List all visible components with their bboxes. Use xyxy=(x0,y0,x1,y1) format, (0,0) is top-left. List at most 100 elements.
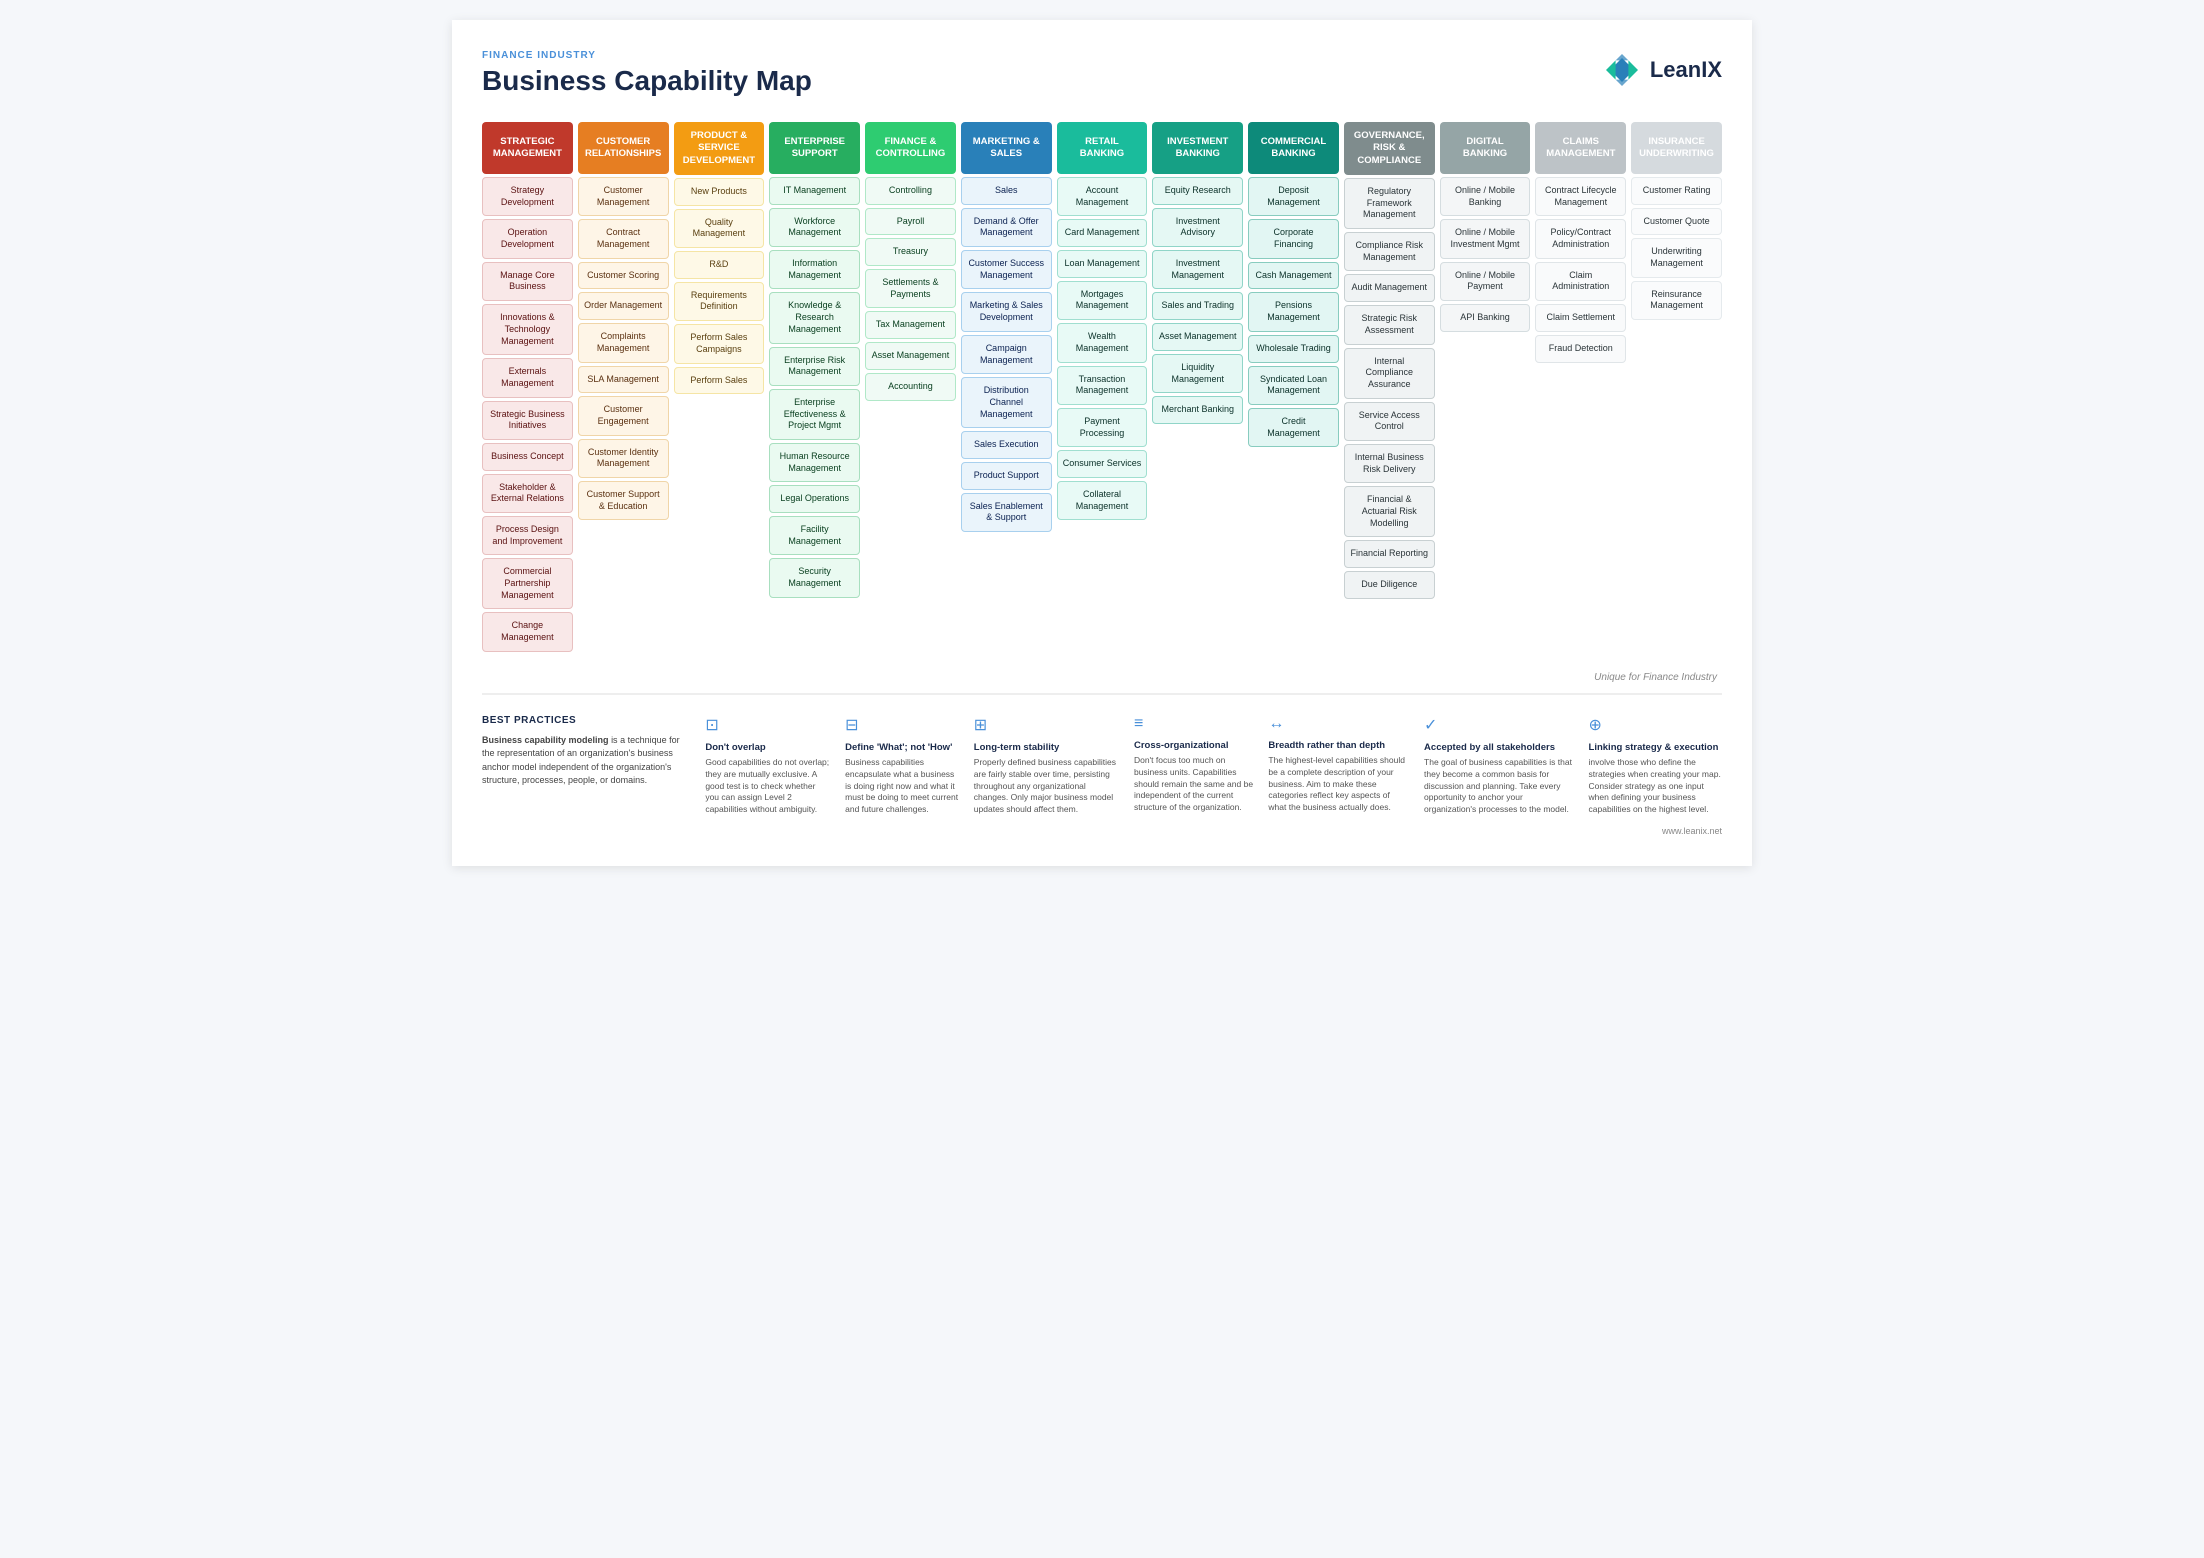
capability-item[interactable]: Consumer Services xyxy=(1057,450,1148,478)
capability-item[interactable]: Contract Lifecycle Management xyxy=(1535,177,1626,216)
capability-item[interactable]: R&D xyxy=(674,251,765,279)
capability-item[interactable]: Pensions Management xyxy=(1248,292,1339,331)
capability-item[interactable]: Liquidity Management xyxy=(1152,354,1243,393)
capability-item[interactable]: Accounting xyxy=(865,373,956,401)
capability-item[interactable]: Online / Mobile Investment Mgmt xyxy=(1440,219,1531,258)
capability-item[interactable]: IT Management xyxy=(769,177,860,205)
capability-item[interactable]: Knowledge & Research Management xyxy=(769,292,860,343)
capability-item[interactable]: Settlements & Payments xyxy=(865,269,956,308)
capability-item[interactable]: Payroll xyxy=(865,208,956,236)
capability-item[interactable]: Perform Sales Campaigns xyxy=(674,324,765,363)
capability-item[interactable]: Regulatory Framework Management xyxy=(1344,178,1435,229)
capability-item[interactable]: Due Diligence xyxy=(1344,571,1435,599)
capability-item[interactable]: Claim Settlement xyxy=(1535,304,1626,332)
capability-item[interactable]: New Products xyxy=(674,178,765,206)
capability-item[interactable]: Loan Management xyxy=(1057,250,1148,278)
capability-item[interactable]: Strategic Business Initiatives xyxy=(482,401,573,440)
capability-item[interactable]: Customer Support & Education xyxy=(578,481,669,520)
capability-item[interactable]: Human Resource Management xyxy=(769,443,860,482)
capability-item[interactable]: Enterprise Effectiveness & Project Mgmt xyxy=(769,389,860,440)
capability-item[interactable]: Legal Operations xyxy=(769,485,860,513)
capability-item[interactable]: Financial & Actuarial Risk Modelling xyxy=(1344,486,1435,537)
capability-item[interactable]: API Banking xyxy=(1440,304,1531,332)
capability-item[interactable]: Online / Mobile Banking xyxy=(1440,177,1531,216)
capability-item[interactable]: Tax Management xyxy=(865,311,956,339)
capability-item[interactable]: Internal Compliance Assurance xyxy=(1344,348,1435,399)
capability-item[interactable]: Corporate Financing xyxy=(1248,219,1339,258)
capability-item[interactable]: Customer Quote xyxy=(1631,208,1722,236)
capability-item[interactable]: Workforce Management xyxy=(769,208,860,247)
capability-item[interactable]: Fraud Detection xyxy=(1535,335,1626,363)
capability-item[interactable]: Policy/Contract Administration xyxy=(1535,219,1626,258)
capability-item[interactable]: Customer Success Management xyxy=(961,250,1052,289)
capability-item[interactable]: Financial Reporting xyxy=(1344,540,1435,568)
capability-item[interactable]: Underwriting Management xyxy=(1631,238,1722,277)
capability-item[interactable]: Card Management xyxy=(1057,219,1148,247)
capability-item[interactable]: Complaints Management xyxy=(578,323,669,362)
capability-item[interactable]: Asset Management xyxy=(1152,323,1243,351)
capability-item[interactable]: Syndicated Loan Management xyxy=(1248,366,1339,405)
capability-item[interactable]: Customer Rating xyxy=(1631,177,1722,205)
capability-item[interactable]: Facility Management xyxy=(769,516,860,555)
capability-item[interactable]: Payment Processing xyxy=(1057,408,1148,447)
capability-item[interactable]: Treasury xyxy=(865,238,956,266)
capability-item[interactable]: Credit Management xyxy=(1248,408,1339,447)
capability-item[interactable]: Sales and Trading xyxy=(1152,292,1243,320)
capability-item[interactable]: Security Management xyxy=(769,558,860,597)
capability-item[interactable]: Contract Management xyxy=(578,219,669,258)
capability-item[interactable]: Business Concept xyxy=(482,443,573,471)
capability-item[interactable]: Manage Core Business xyxy=(482,262,573,301)
capability-item[interactable]: Innovations & Technology Management xyxy=(482,304,573,355)
capability-item[interactable]: Process Design and Improvement xyxy=(482,516,573,555)
capability-item[interactable]: Reinsurance Management xyxy=(1631,281,1722,320)
capability-item[interactable]: Sales xyxy=(961,177,1052,205)
capability-item[interactable]: Enterprise Risk Management xyxy=(769,347,860,386)
capability-item[interactable]: Strategy Development xyxy=(482,177,573,216)
capability-item[interactable]: Controlling xyxy=(865,177,956,205)
capability-item[interactable]: Asset Management xyxy=(865,342,956,370)
capability-item[interactable]: Customer Scoring xyxy=(578,262,669,290)
col-header-strategic: STRATEGIC MANAGEMENT xyxy=(482,122,573,174)
capability-item[interactable]: Distribution Channel Management xyxy=(961,377,1052,428)
capability-item[interactable]: Wealth Management xyxy=(1057,323,1148,362)
capability-item[interactable]: Service Access Control xyxy=(1344,402,1435,441)
capability-item[interactable]: Campaign Management xyxy=(961,335,1052,374)
capability-item[interactable]: Sales Enablement & Support xyxy=(961,493,1052,532)
capability-item[interactable]: Compliance Risk Management xyxy=(1344,232,1435,271)
capability-item[interactable]: Audit Management xyxy=(1344,274,1435,302)
capability-item[interactable]: Marketing & Sales Development xyxy=(961,292,1052,331)
capability-item[interactable]: Product Support xyxy=(961,462,1052,490)
bp-item-icon: ⊟ xyxy=(845,715,959,735)
capability-item[interactable]: Internal Business Risk Delivery xyxy=(1344,444,1435,483)
capability-item[interactable]: Account Management xyxy=(1057,177,1148,216)
capability-item[interactable]: Demand & Offer Management xyxy=(961,208,1052,247)
capability-item[interactable]: Customer Engagement xyxy=(578,396,669,435)
capability-item[interactable]: Customer Identity Management xyxy=(578,439,669,478)
capability-item[interactable]: Mortgages Management xyxy=(1057,281,1148,320)
capability-item[interactable]: Externals Management xyxy=(482,358,573,397)
capability-item[interactable]: Quality Management xyxy=(674,209,765,248)
capability-item[interactable]: Commercial Partnership Management xyxy=(482,558,573,609)
capability-item[interactable]: Perform Sales xyxy=(674,367,765,395)
capability-item[interactable]: Investment Advisory xyxy=(1152,208,1243,247)
capability-item[interactable]: Deposit Management xyxy=(1248,177,1339,216)
capability-item[interactable]: Online / Mobile Payment xyxy=(1440,262,1531,301)
capability-item[interactable]: Operation Development xyxy=(482,219,573,258)
capability-item[interactable]: Sales Execution xyxy=(961,431,1052,459)
capability-item[interactable]: Merchant Banking xyxy=(1152,396,1243,424)
capability-item[interactable]: Collateral Management xyxy=(1057,481,1148,520)
capability-item[interactable]: SLA Management xyxy=(578,366,669,394)
capability-item[interactable]: Stakeholder & External Relations xyxy=(482,474,573,513)
capability-item[interactable]: Strategic Risk Assessment xyxy=(1344,305,1435,344)
capability-item[interactable]: Information Management xyxy=(769,250,860,289)
capability-item[interactable]: Wholesale Trading xyxy=(1248,335,1339,363)
capability-item[interactable]: Customer Management xyxy=(578,177,669,216)
capability-item[interactable]: Order Management xyxy=(578,292,669,320)
capability-item[interactable]: Change Management xyxy=(482,612,573,651)
capability-item[interactable]: Claim Administration xyxy=(1535,262,1626,301)
capability-item[interactable]: Transaction Management xyxy=(1057,366,1148,405)
capability-item[interactable]: Investment Management xyxy=(1152,250,1243,289)
capability-item[interactable]: Cash Management xyxy=(1248,262,1339,290)
capability-item[interactable]: Equity Research xyxy=(1152,177,1243,205)
capability-item[interactable]: Requirements Definition xyxy=(674,282,765,321)
